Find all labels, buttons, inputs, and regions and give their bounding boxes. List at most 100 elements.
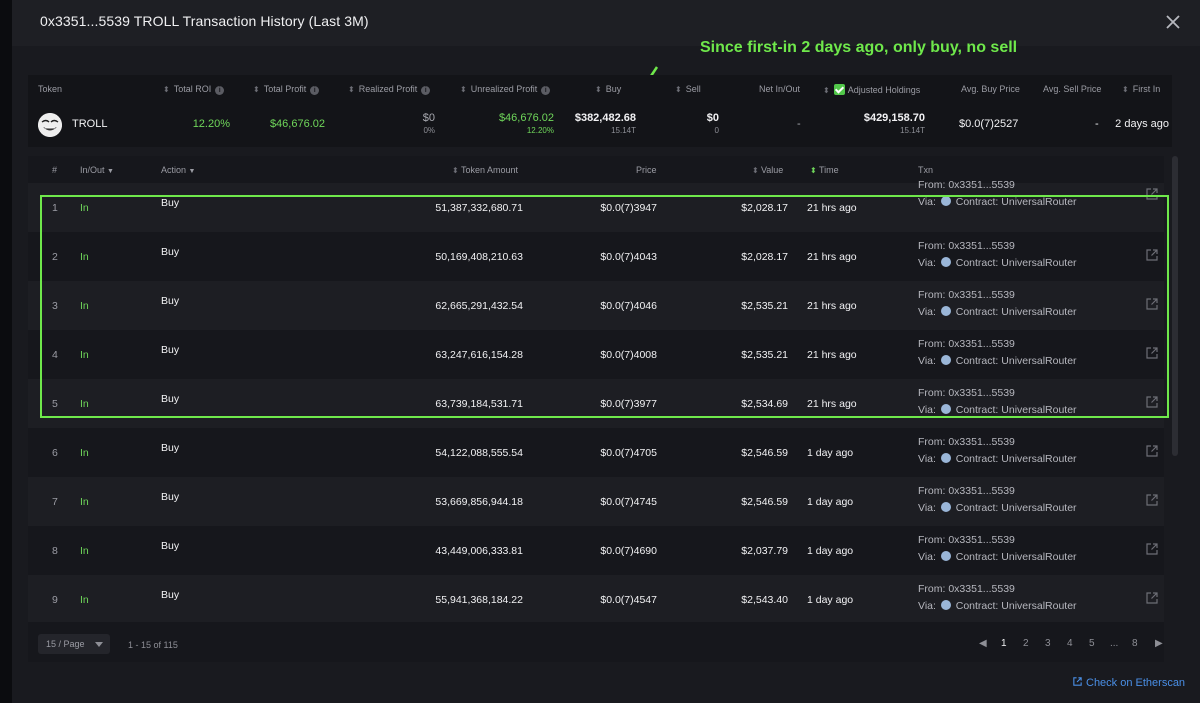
- col-header-action[interactable]: Action ▼: [161, 165, 195, 175]
- sort-icon: ⬍: [460, 85, 467, 94]
- sort-icon: ⬍: [163, 85, 170, 94]
- col-header-value[interactable]: ⬍ Value: [752, 165, 783, 175]
- caret-down-icon: ▼: [188, 168, 196, 175]
- header-buy[interactable]: ⬍ Buy: [595, 84, 621, 94]
- sort-icon: ⬍: [595, 85, 602, 94]
- pagination-range: 1 - 15 of 115: [128, 640, 178, 650]
- col-header-token-amount[interactable]: ⬍ Token Amount: [452, 165, 518, 175]
- header-avg-sell-price: Avg. Sell Price: [1043, 84, 1102, 94]
- external-link-icon[interactable]: [1145, 591, 1159, 605]
- pagination-page[interactable]: 4: [1067, 638, 1073, 649]
- col-header-num: #: [52, 165, 58, 175]
- external-link-icon[interactable]: [1145, 444, 1159, 458]
- row-time: 1 day ago: [807, 545, 854, 557]
- per-page-select[interactable]: 15 / Page: [38, 634, 110, 654]
- header-avg-buy-price: Avg. Buy Price: [961, 84, 1020, 94]
- row-value: $2,546.59: [741, 447, 788, 459]
- row-action: Buy: [161, 442, 180, 454]
- pagination-page[interactable]: 1: [1001, 638, 1007, 649]
- pagination-page[interactable]: 3: [1045, 638, 1051, 649]
- row-price: $0.0(7)4547: [600, 594, 657, 606]
- row-token-amount: 55,941,368,184.22: [435, 594, 523, 606]
- pagination-next-icon[interactable]: ▶: [1155, 638, 1163, 649]
- row-price: $0.0(7)4690: [600, 545, 657, 557]
- txn-via[interactable]: Via: Contract: UniversalRouter: [918, 549, 1077, 566]
- annotation-highlight-box: [40, 195, 1169, 418]
- row-token-amount: 43,449,006,333.81: [435, 545, 523, 557]
- info-icon: i: [421, 86, 431, 95]
- sort-icon: ⬍: [253, 85, 260, 94]
- table-scrollbar[interactable]: [1172, 156, 1178, 456]
- header-net-in-out: Net In/Out: [759, 84, 801, 94]
- row-num: 9: [52, 594, 58, 606]
- table-row[interactable]: 8 In Buy 43,449,006,333.81 $0.0(7)4690 $2,037…: [28, 526, 1164, 575]
- header-sell[interactable]: ⬍ Sell: [675, 84, 701, 94]
- txn-from[interactable]: From: 0x3351...5539: [918, 581, 1077, 598]
- header-realized-profit[interactable]: ⬍ Realized Profit i: [348, 84, 431, 95]
- col-header-in-out[interactable]: In/Out ▼: [80, 165, 114, 175]
- txn-from[interactable]: From: 0x3351...5539: [918, 532, 1077, 549]
- table-footer: 15 / Page 1 - 15 of 115 ◀ 1 2 3 4 5... 8 ▶: [28, 622, 1164, 662]
- first-in-value: 2 days ago: [1115, 118, 1169, 130]
- sort-icon: ⬍: [752, 166, 761, 175]
- check-on-etherscan-link[interactable]: Check on Etherscan: [1072, 676, 1185, 689]
- row-price: $0.0(7)4745: [600, 496, 657, 508]
- row-value: $2,543.40: [741, 594, 788, 606]
- sell-value: $0: [706, 112, 719, 124]
- col-header-time[interactable]: ⬍ Time: [810, 165, 839, 175]
- row-time: 1 day ago: [807, 447, 854, 459]
- table-row[interactable]: 6 In Buy 54,122,088,555.54 $0.0(7)4705 $2,546…: [28, 428, 1164, 477]
- txn-via[interactable]: Via: Contract: UniversalRouter: [918, 451, 1077, 468]
- header-first-in[interactable]: ⬍ First In: [1122, 84, 1160, 94]
- pagination-page[interactable]: 5: [1089, 638, 1095, 649]
- buy-value: $382,482.68: [574, 112, 636, 124]
- row-token-amount: 53,669,856,944.18: [435, 496, 523, 508]
- header-token: Token: [38, 84, 63, 94]
- adjusted-holdings-value: $429,158.70: [863, 112, 925, 124]
- close-icon[interactable]: [1160, 9, 1186, 35]
- row-action: Buy: [161, 589, 180, 601]
- row-direction: In: [80, 447, 89, 459]
- txn-from[interactable]: From: 0x3351...5539: [918, 177, 1077, 194]
- header-total-roi[interactable]: ⬍ Total ROI i: [163, 84, 225, 95]
- header-total-profit[interactable]: ⬍ Total Profit i: [253, 84, 320, 95]
- row-action: Buy: [161, 540, 180, 552]
- total-roi-value: 12.20%: [192, 118, 230, 130]
- row-num: 7: [52, 496, 58, 508]
- table-row[interactable]: 9 In Buy 55,941,368,184.22 $0.0(7)4547 $2,543…: [28, 575, 1164, 622]
- txn-from[interactable]: From: 0x3351...5539: [918, 434, 1077, 451]
- unrealized-profit-value: $46,676.02: [498, 112, 554, 124]
- external-link-icon[interactable]: [1145, 542, 1159, 556]
- header-unrealized-profit[interactable]: ⬍ Unrealized Profit i: [460, 84, 551, 95]
- net-in-out-value: -: [797, 118, 801, 130]
- annotation-text: Since first-in 2 days ago, only buy, no …: [700, 39, 1018, 56]
- total-profit-value: $46,676.02: [269, 118, 325, 130]
- sort-icon: ⬍: [675, 85, 682, 94]
- txn-via[interactable]: Via: Contract: UniversalRouter: [918, 500, 1077, 517]
- header-adjusted-holdings[interactable]: ⬍ Adjusted Holdings: [823, 84, 920, 95]
- sort-icon: ⬍: [348, 85, 355, 94]
- col-header-price: Price: [636, 165, 657, 175]
- row-value: $2,037.79: [741, 545, 788, 557]
- token-name[interactable]: TROLL: [72, 118, 107, 130]
- checkbox-checked[interactable]: [833, 84, 845, 95]
- table-row[interactable]: 7 In Buy 53,669,856,944.18 $0.0(7)4745 $2,546…: [28, 477, 1164, 526]
- row-time: 1 day ago: [807, 594, 854, 606]
- row-txn: From: 0x3351...5539 Via: Contract: Univer…: [918, 483, 1077, 517]
- pagination-page[interactable]: 8: [1132, 638, 1138, 649]
- unrealized-profit-pct: 12.20%: [526, 126, 554, 135]
- txn-via[interactable]: Via: Contract: UniversalRouter: [918, 598, 1077, 615]
- external-link-icon[interactable]: [1145, 493, 1159, 507]
- pagination-page[interactable]: 2: [1023, 638, 1029, 649]
- sort-icon: ⬍: [1122, 85, 1129, 94]
- pagination-prev-icon[interactable]: ◀: [979, 638, 987, 649]
- sort-icon: ⬍: [823, 86, 830, 95]
- txn-from[interactable]: From: 0x3351...5539: [918, 483, 1077, 500]
- info-icon: i: [215, 86, 225, 95]
- external-link-icon: [1073, 677, 1082, 686]
- sort-icon: ⬍: [452, 166, 461, 175]
- row-price: $0.0(7)4705: [600, 447, 657, 459]
- contract-icon: [940, 502, 951, 512]
- adjusted-holdings-amount: 15.14T: [900, 126, 925, 135]
- caret-down-icon: [95, 642, 103, 647]
